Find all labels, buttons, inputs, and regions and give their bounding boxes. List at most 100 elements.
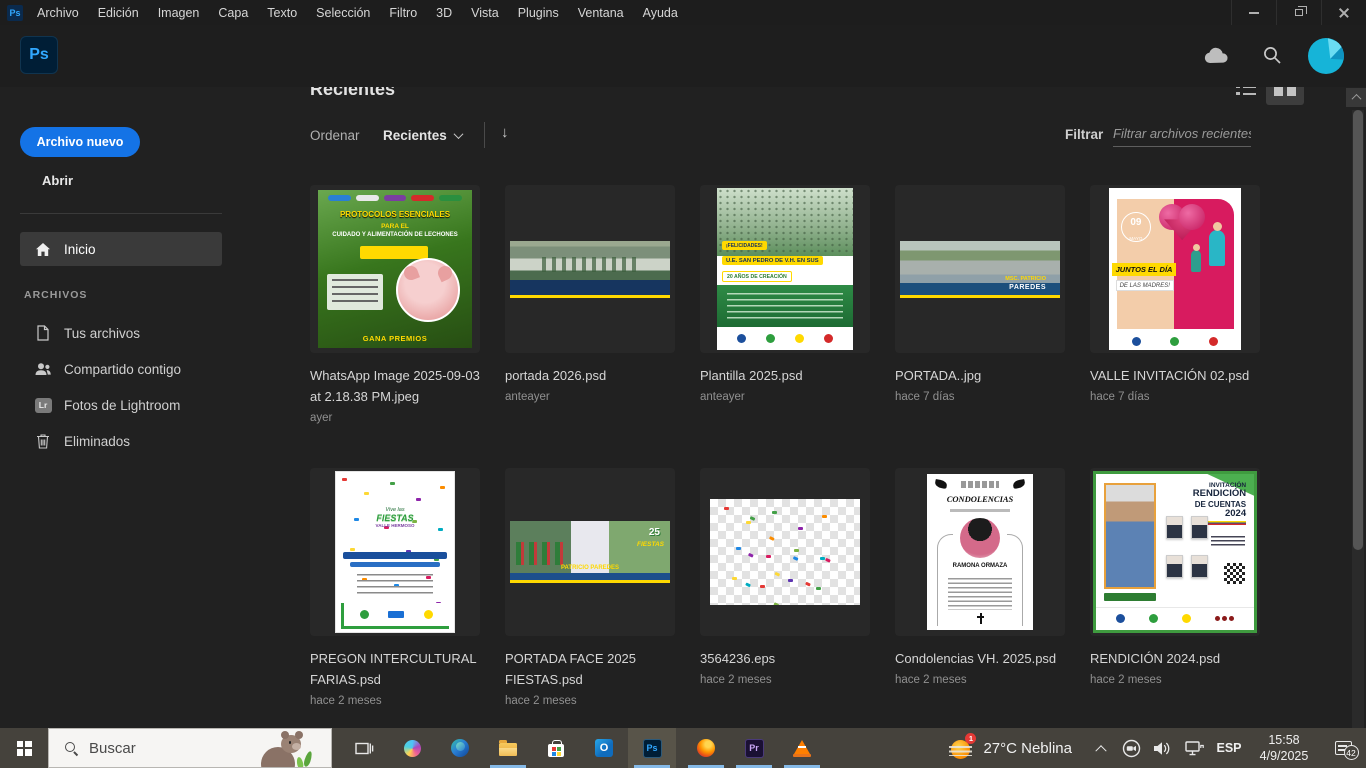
file-time: hace 2 meses: [505, 695, 675, 707]
recent-file-card[interactable]: INVITACIÓN RENDICIÓN DE CUENTAS 2024: [1090, 468, 1260, 636]
menu-vista[interactable]: Vista: [471, 6, 499, 20]
file-name: VALLE INVITACIÓN 02.psd: [1090, 366, 1260, 387]
taskbar-app-photoshop[interactable]: Ps: [628, 728, 676, 768]
taskbar-app-edge[interactable]: [436, 728, 484, 768]
recent-file-card[interactable]: 09MAYO JUNTOS EL DÍA DE LAS MADRES!: [1090, 185, 1260, 353]
chevron-up-icon: [1095, 745, 1106, 756]
menu-ayuda[interactable]: Ayuda: [643, 6, 678, 20]
title-bar: Ps Archivo Edición Imagen Capa Texto Sel…: [0, 0, 1366, 25]
taskbar-search-box[interactable]: Buscar: [48, 728, 332, 768]
network-button[interactable]: [1178, 728, 1210, 768]
menu-plugins[interactable]: Plugins: [518, 6, 559, 20]
sidebar-item-tus-archivos[interactable]: Tus archivos: [20, 318, 222, 348]
sidebar-divider: [20, 213, 222, 214]
file-name: 3564236.eps: [700, 649, 870, 670]
file-thumbnail: 25 FIESTAS PATRICIO PAREDES: [510, 521, 670, 583]
taskbar-app-vlc[interactable]: [778, 728, 826, 768]
recent-file-card[interactable]: 25 FIESTAS PATRICIO PAREDES: [505, 468, 675, 636]
recent-file-card[interactable]: [700, 468, 870, 636]
divider: [484, 122, 485, 148]
outlook-icon: O: [595, 739, 613, 757]
photoshop-home-screen: Ps Archivo Edición Imagen Capa Texto Sel…: [0, 0, 1366, 768]
menu-archivo[interactable]: Archivo: [37, 6, 79, 20]
menu-ventana[interactable]: Ventana: [578, 6, 624, 20]
menu-bar: Archivo Edición Imagen Capa Texto Selecc…: [37, 6, 678, 20]
taskbar-app-firefox[interactable]: [682, 728, 730, 768]
sidebar-item-lightroom[interactable]: Lr Fotos de Lightroom: [20, 390, 222, 420]
sort-direction-button[interactable]: ↓: [501, 124, 509, 141]
file-name: Plantilla 2025.psd: [700, 366, 870, 387]
file-time: anteayer: [700, 391, 870, 403]
recent-file-card[interactable]: MSC. PATRICIO PAREDES: [895, 185, 1065, 353]
file-time: hace 7 días: [1090, 391, 1260, 403]
file-name: WhatsApp Image 2025-09-03 at 2.18.38 PM.…: [310, 366, 480, 408]
meet-now-button[interactable]: [1116, 728, 1146, 768]
recent-file-card[interactable]: PROTOCOLOS ESENCIALES PARA EL CUIDADO Y …: [310, 185, 480, 353]
menu-capa[interactable]: Capa: [218, 6, 248, 20]
notification-count-badge: 42: [1344, 745, 1359, 760]
taskbar-app-outlook[interactable]: O: [580, 728, 628, 768]
task-view-button[interactable]: [340, 728, 388, 768]
account-avatar[interactable]: [1308, 38, 1344, 74]
sort-dropdown[interactable]: Recientes: [383, 128, 462, 143]
start-button[interactable]: [0, 728, 48, 768]
menu-edicion[interactable]: Edición: [98, 6, 139, 20]
notification-center-button[interactable]: 42: [1320, 728, 1366, 768]
file-thumbnail: CONDOLENCIAS RAMONA ORMAZA: [927, 474, 1033, 630]
recent-file-cell: Vive las FIESTAS VALLE HERMOSO PREGON IN…: [310, 468, 480, 751]
recent-file-cell: 25 FIESTAS PATRICIO PAREDES PORTADA FACE…: [505, 468, 675, 751]
sidebar-item-label: Tus archivos: [64, 326, 140, 341]
recent-file-cell: PROTOCOLOS ESENCIALES PARA EL CUIDADO Y …: [310, 185, 480, 468]
file-time: hace 7 días: [895, 391, 1065, 403]
edge-icon: [451, 739, 469, 757]
menu-3d[interactable]: 3D: [436, 6, 452, 20]
volume-button[interactable]: [1146, 728, 1178, 768]
filter-input[interactable]: [1113, 121, 1251, 147]
new-file-button[interactable]: Archivo nuevo: [20, 127, 140, 157]
language-indicator[interactable]: ESP: [1210, 728, 1248, 768]
notification-icon: 42: [1335, 741, 1352, 755]
scrollbar-thumb[interactable]: [1353, 110, 1363, 550]
sidebar-item-label: Eliminados: [64, 434, 130, 449]
recent-file-card[interactable]: [505, 185, 675, 353]
open-button[interactable]: Abrir: [42, 173, 73, 188]
restore-button[interactable]: [1276, 0, 1321, 25]
scrollbar[interactable]: [1352, 110, 1364, 728]
search-highlight-bear-image[interactable]: [261, 733, 305, 767]
sidebar-item-eliminados[interactable]: Eliminados: [20, 426, 222, 456]
recent-file-card[interactable]: CONDOLENCIAS RAMONA ORMAZA: [895, 468, 1065, 636]
close-button[interactable]: [1321, 0, 1366, 25]
sidebar-item-compartido[interactable]: Compartido contigo: [20, 354, 222, 384]
tray-overflow-button[interactable]: [1086, 728, 1116, 768]
file-thumbnail: ¡FELICIDADES! U.E. SAN PEDRO DE V.H. EN …: [717, 188, 853, 350]
recent-file-card[interactable]: ¡FELICIDADES! U.E. SAN PEDRO DE V.H. EN …: [700, 185, 870, 353]
recent-file-cell: portada 2026.psd anteayer: [505, 185, 675, 468]
taskbar-app-premiere[interactable]: Pr: [730, 728, 778, 768]
taskbar-app-microsoft-store[interactable]: [532, 728, 580, 768]
recent-file-card[interactable]: Vive las FIESTAS VALLE HERMOSO: [310, 468, 480, 636]
window-controls: [1231, 0, 1366, 25]
cloud-sync-icon[interactable]: [1203, 47, 1230, 69]
weather-widget[interactable]: 1 27°C Neblina: [951, 728, 1086, 768]
lightroom-icon: Lr: [34, 398, 52, 413]
search-placeholder: Buscar: [89, 740, 136, 757]
list-view-toggle[interactable]: [1236, 85, 1256, 101]
sort-label: Ordenar: [310, 128, 360, 143]
clock[interactable]: 15:58 4/9/2025: [1248, 728, 1320, 768]
search-icon[interactable]: [1262, 45, 1282, 70]
menu-imagen[interactable]: Imagen: [158, 6, 200, 20]
dove-icon: [934, 479, 947, 489]
portrait-photo: [960, 518, 1000, 558]
scroll-up-arrow[interactable]: [1346, 88, 1366, 107]
taskbar-app-copilot[interactable]: [388, 728, 436, 768]
menu-seleccion[interactable]: Selección: [316, 6, 370, 20]
menu-filtro[interactable]: Filtro: [389, 6, 417, 20]
photoshop-icon: Ps: [643, 739, 662, 758]
weather-fog-icon: 1: [951, 737, 973, 759]
home-icon: [34, 242, 52, 257]
minimize-button[interactable]: [1231, 0, 1276, 25]
file-name: portada 2026.psd: [505, 366, 675, 387]
taskbar-app-file-explorer[interactable]: [484, 728, 532, 768]
sidebar-item-inicio[interactable]: Inicio: [20, 232, 222, 266]
menu-texto[interactable]: Texto: [267, 6, 297, 20]
